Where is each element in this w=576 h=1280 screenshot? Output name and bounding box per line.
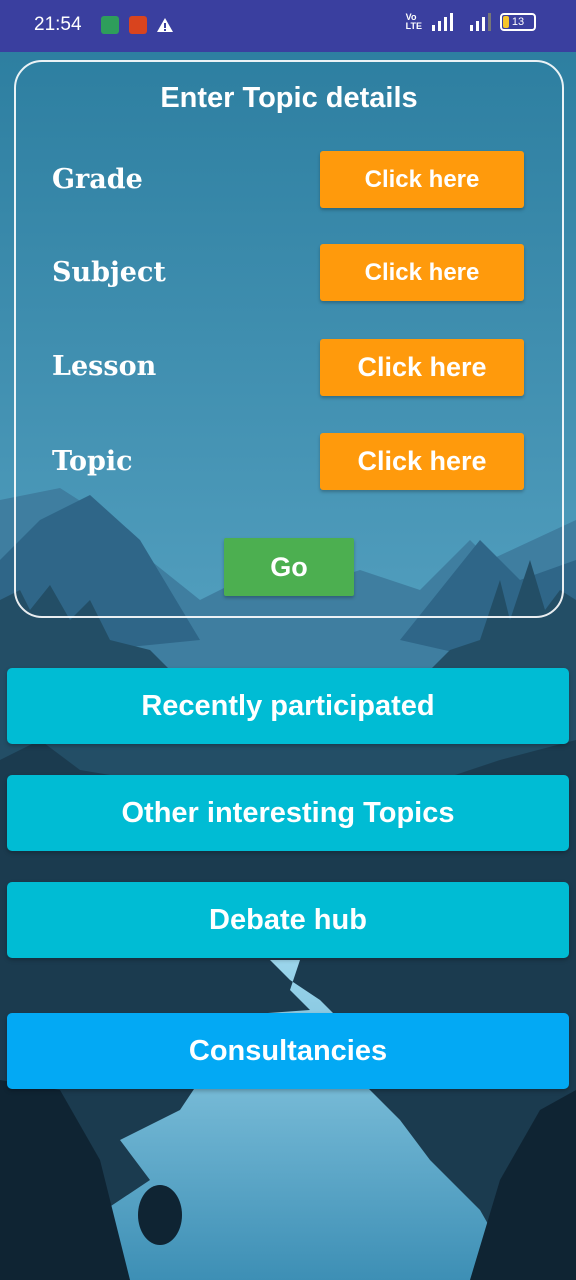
lesson-label: Lesson [52,351,157,382]
consultancies-button[interactable]: Consultancies [7,1013,569,1089]
grade-label: Grade [52,164,143,195]
topic-label: Topic [52,446,133,477]
battery-icon: 13 [500,13,536,31]
status-right-group: Vo LTE 13 [406,13,536,31]
card-title: Enter Topic details [160,82,418,114]
status-bar: 21:54 Vo LTE 13 [0,0,576,52]
topic-select-button[interactable]: Click here [320,433,524,490]
subject-label: Subject [52,257,166,288]
battery-saver-icon [101,16,119,34]
recently-participated-button[interactable]: Recently participated [7,668,569,744]
volte-icon: Vo LTE [405,12,422,31]
signal-icon [470,13,491,31]
topic-details-card: Enter Topic details Grade Click here Sub… [14,60,564,618]
grade-select-button[interactable]: Click here [320,151,524,208]
subject-select-button[interactable]: Click here [320,244,524,301]
debate-hub-button[interactable]: Debate hub [7,882,569,958]
signal-4g-icon [432,13,453,31]
lesson-select-button[interactable]: Click here [320,339,524,396]
battery-level: 13 [511,16,525,28]
go-button[interactable]: Go [224,538,354,596]
status-time: 21:54 [34,14,82,35]
security-icon [129,16,147,34]
other-interesting-topics-button[interactable]: Other interesting Topics [7,775,569,851]
warning-icon [157,18,173,32]
